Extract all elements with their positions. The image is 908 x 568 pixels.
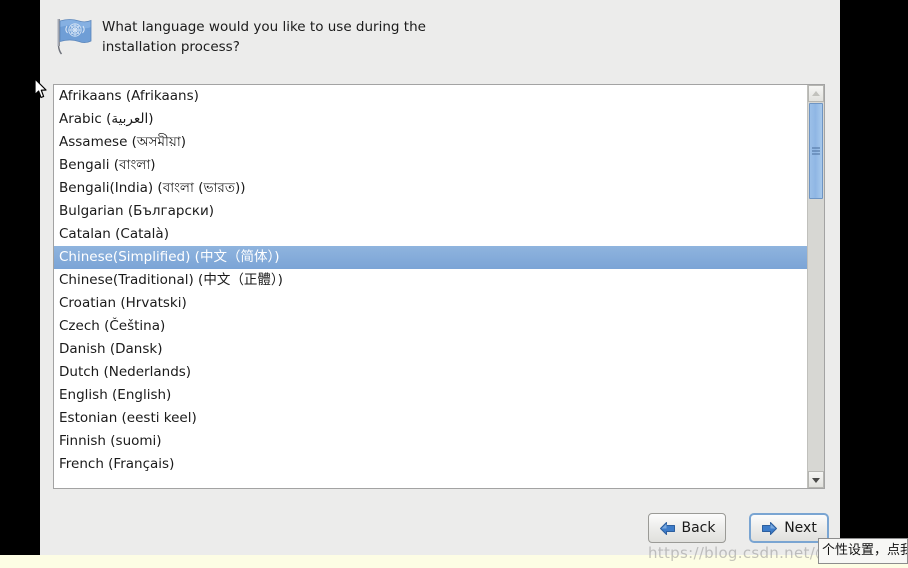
- language-list-item[interactable]: Bengali(India) (বাংলা (ভারত)): [54, 177, 808, 200]
- language-list-item[interactable]: Afrikaans (Afrikaans): [54, 85, 808, 108]
- back-button[interactable]: Back: [648, 513, 726, 543]
- language-list-item[interactable]: Finnish (suomi): [54, 430, 808, 453]
- language-list-item[interactable]: Assamese (অসমীয়া): [54, 131, 808, 154]
- scrollbar-grip-icon: [812, 146, 820, 157]
- arrow-right-icon: [761, 521, 778, 536]
- dialog-header: What language would you like to use duri…: [40, 0, 840, 74]
- language-list-item[interactable]: Danish (Dansk): [54, 338, 808, 361]
- scrollbar-thumb[interactable]: [809, 103, 823, 199]
- language-selection-dialog: What language would you like to use duri…: [40, 0, 840, 555]
- back-button-label: Back: [681, 520, 716, 536]
- language-listbox[interactable]: Afrikaans (Afrikaans) Arabic (العربية) Ass…: [53, 84, 825, 489]
- desktop-background: What language would you like to use duri…: [0, 0, 908, 568]
- language-list-item[interactable]: Bengali (বাংলা): [54, 154, 808, 177]
- language-list-item[interactable]: Chinese(Traditional) (中文（正體）): [54, 269, 808, 292]
- next-button[interactable]: Next: [749, 513, 829, 543]
- language-list-item[interactable]: Catalan (Català): [54, 223, 808, 246]
- scroll-down-button[interactable]: [808, 471, 824, 488]
- language-list-item[interactable]: Dutch (Nederlands): [54, 361, 808, 384]
- corner-tooltip[interactable]: 个性设置，点我: [818, 538, 908, 564]
- arrow-left-icon: [659, 521, 676, 536]
- language-list-item[interactable]: Bulgarian (Български): [54, 200, 808, 223]
- language-list[interactable]: Afrikaans (Afrikaans) Arabic (العربية) Ass…: [54, 85, 808, 476]
- language-list-item[interactable]: Croatian (Hrvatski): [54, 292, 808, 315]
- language-list-item[interactable]: French (Français): [54, 453, 808, 476]
- language-list-item[interactable]: Czech (Čeština): [54, 315, 808, 338]
- language-list-item[interactable]: English (English): [54, 384, 808, 407]
- list-scrollbar[interactable]: [807, 85, 824, 488]
- language-list-item[interactable]: Chinese(Simplified) (中文（简体）): [54, 246, 808, 269]
- language-list-item[interactable]: Arabic (العربية): [54, 108, 808, 131]
- chevron-up-icon: [812, 90, 820, 96]
- chevron-down-icon: [812, 477, 820, 483]
- un-flag-icon: [52, 14, 96, 58]
- next-button-label: Next: [784, 520, 817, 536]
- scroll-up-button[interactable]: [808, 85, 824, 102]
- dialog-question: What language would you like to use duri…: [102, 19, 426, 55]
- language-list-item[interactable]: Estonian (eesti keel): [54, 407, 808, 430]
